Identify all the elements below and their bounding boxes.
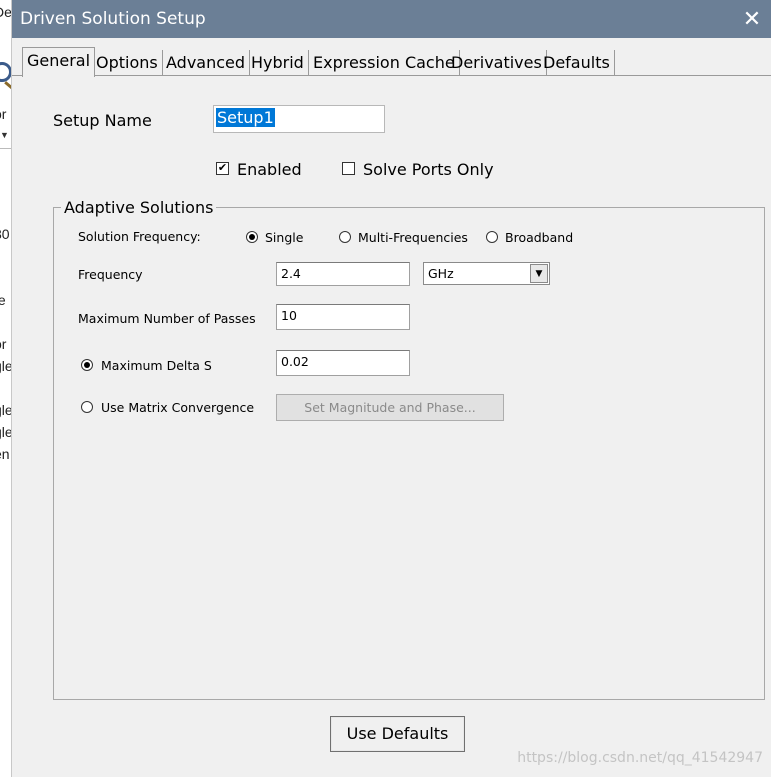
max-passes-label: Maximum Number of Passes xyxy=(78,311,256,326)
broadband-radio[interactable] xyxy=(486,231,498,243)
background-app-edge: De or ▼ 30 te or gle gle gle en xyxy=(0,0,12,777)
tab-general[interactable]: General xyxy=(22,47,96,77)
dropdown-arrow-icon: ▼ xyxy=(0,130,9,140)
max-passes-input[interactable]: 10 xyxy=(276,304,410,330)
tab-derivatives[interactable]: Derivatives xyxy=(447,50,547,76)
use-matrix-convergence-label[interactable]: Use Matrix Convergence xyxy=(101,400,254,415)
bg-text: or xyxy=(0,106,7,122)
chevron-down-icon[interactable]: ▼ xyxy=(530,264,548,283)
solution-frequency-label: Solution Frequency: xyxy=(78,229,201,244)
max-delta-s-radio[interactable] xyxy=(81,359,93,371)
close-button[interactable]: ✕ xyxy=(737,4,767,34)
frequency-unit-value: GHz xyxy=(428,266,454,281)
set-magnitude-and-phase-button[interactable]: Set Magnitude and Phase... xyxy=(276,394,504,421)
tab-strip: General Options Advanced Hybrid Expressi… xyxy=(12,38,771,77)
bg-text: en xyxy=(0,446,10,462)
bg-text: gle xyxy=(0,358,12,374)
bg-text: gle xyxy=(0,402,12,418)
tab-options[interactable]: Options xyxy=(92,50,163,76)
driven-solution-setup-dialog: Driven Solution Setup ✕ General Options … xyxy=(12,0,771,777)
max-delta-s-label[interactable]: Maximum Delta S xyxy=(101,358,212,373)
bg-text: 30 xyxy=(0,226,10,242)
setup-name-value: Setup1 xyxy=(216,108,275,127)
setup-name-input[interactable]: Setup1 xyxy=(213,105,385,133)
frequency-label: Frequency xyxy=(78,267,143,282)
tab-divider xyxy=(12,75,771,76)
use-matrix-convergence-radio[interactable] xyxy=(81,401,93,413)
bg-text: or xyxy=(0,336,7,352)
max-delta-s-input[interactable]: 0.02 xyxy=(276,350,410,376)
enabled-label[interactable]: Enabled xyxy=(237,160,302,179)
frequency-unit-select[interactable]: GHz ▼ xyxy=(423,262,550,285)
adaptive-solutions-title: Adaptive Solutions xyxy=(61,198,217,217)
divider xyxy=(0,148,11,149)
bg-text: gle xyxy=(0,424,12,440)
title-bar[interactable]: Driven Solution Setup ✕ xyxy=(12,0,771,38)
solve-ports-only-label[interactable]: Solve Ports Only xyxy=(363,160,494,179)
magnifier-handle xyxy=(4,81,11,90)
frequency-input[interactable]: 2.4 xyxy=(276,262,410,286)
enabled-checkbox[interactable]: ✔ xyxy=(216,162,229,175)
magnifier-icon xyxy=(0,62,11,82)
multi-frequencies-radio[interactable] xyxy=(339,231,351,243)
single-label[interactable]: Single xyxy=(265,230,303,245)
single-radio[interactable] xyxy=(246,231,258,243)
bg-text: te xyxy=(0,292,6,308)
broadband-label[interactable]: Broadband xyxy=(505,230,573,245)
bg-text: De xyxy=(0,4,12,20)
multi-frequencies-label[interactable]: Multi-Frequencies xyxy=(358,230,468,245)
tab-expression-cache[interactable]: Expression Cache xyxy=(309,50,460,76)
setup-name-label: Setup Name xyxy=(53,111,152,130)
watermark: https://blog.csdn.net/qq_41542947 xyxy=(517,750,763,766)
solve-ports-only-checkbox[interactable] xyxy=(342,162,355,175)
window-title: Driven Solution Setup xyxy=(20,9,206,29)
tab-advanced[interactable]: Advanced xyxy=(162,50,251,76)
tab-defaults[interactable]: Defaults xyxy=(539,50,615,76)
tab-hybrid[interactable]: Hybrid xyxy=(247,50,309,76)
use-defaults-button[interactable]: Use Defaults xyxy=(330,716,465,752)
